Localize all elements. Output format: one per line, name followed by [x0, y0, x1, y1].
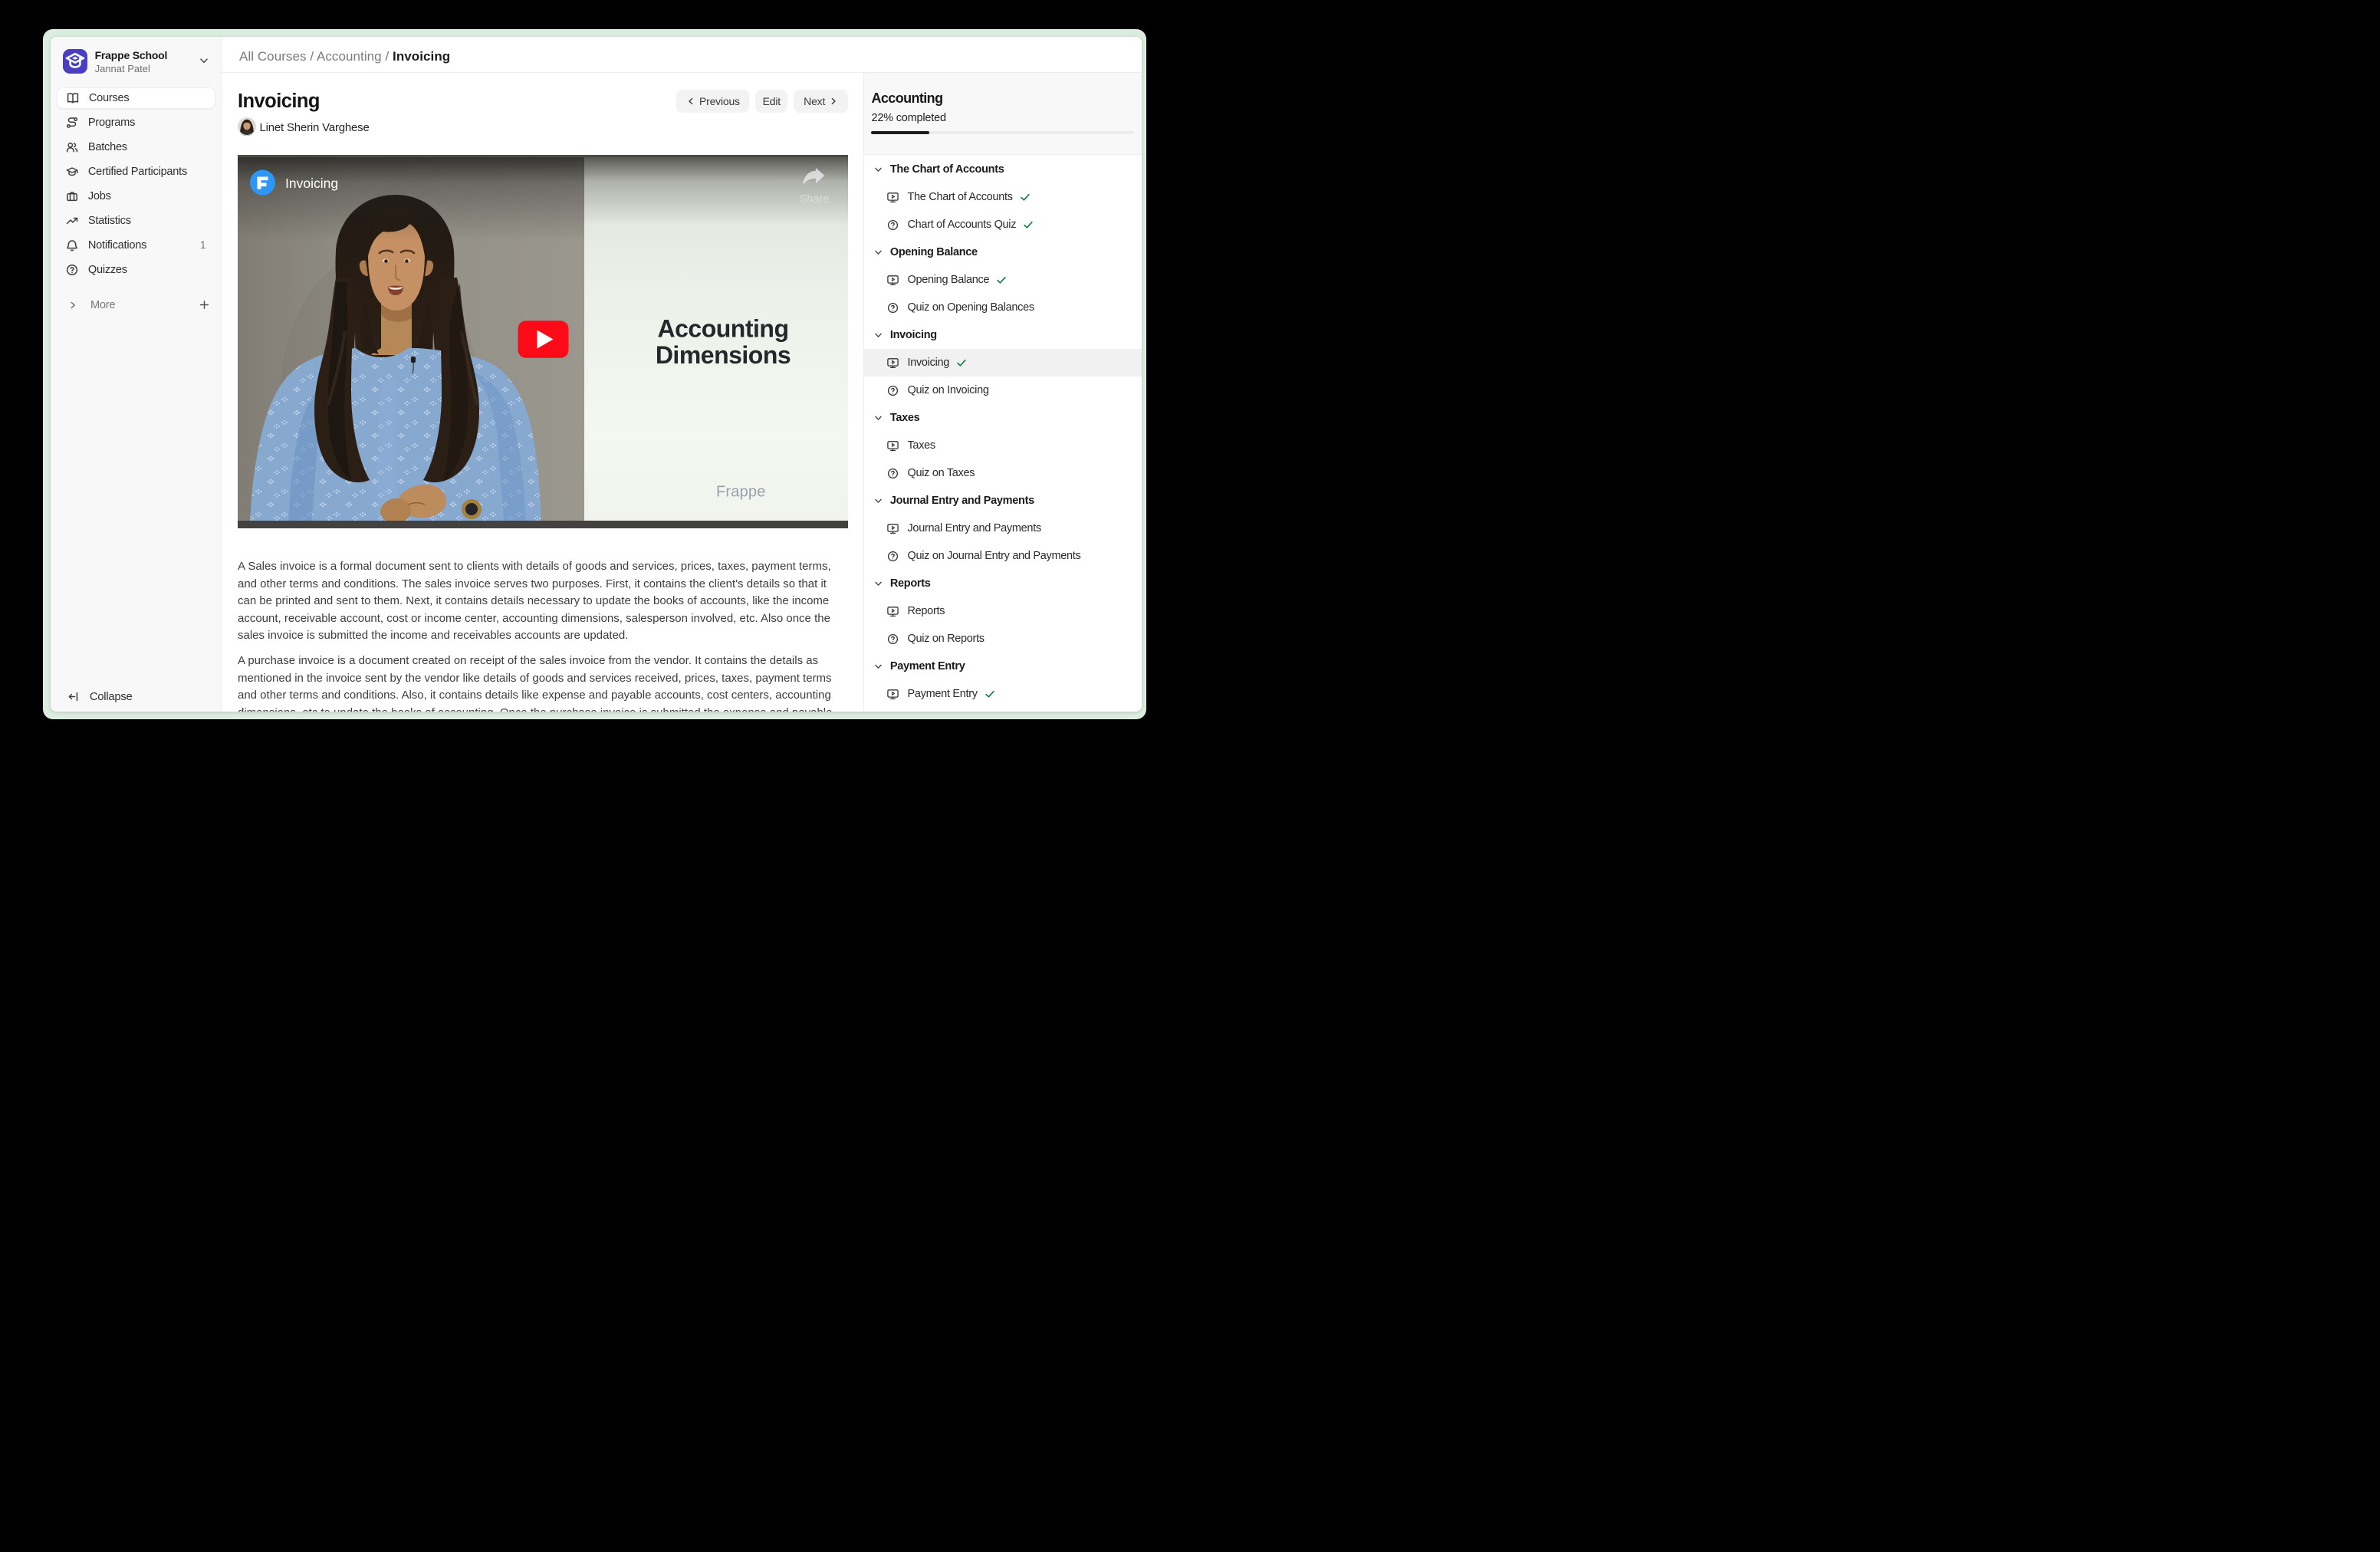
svg-text:Invoicing: Invoicing — [285, 176, 338, 191]
svg-text:Dimensions: Dimensions — [656, 341, 791, 369]
svg-text:Share: Share — [800, 193, 830, 206]
svg-text:Accounting: Accounting — [657, 315, 788, 343]
svg-text:Frappe: Frappe — [716, 484, 766, 501]
